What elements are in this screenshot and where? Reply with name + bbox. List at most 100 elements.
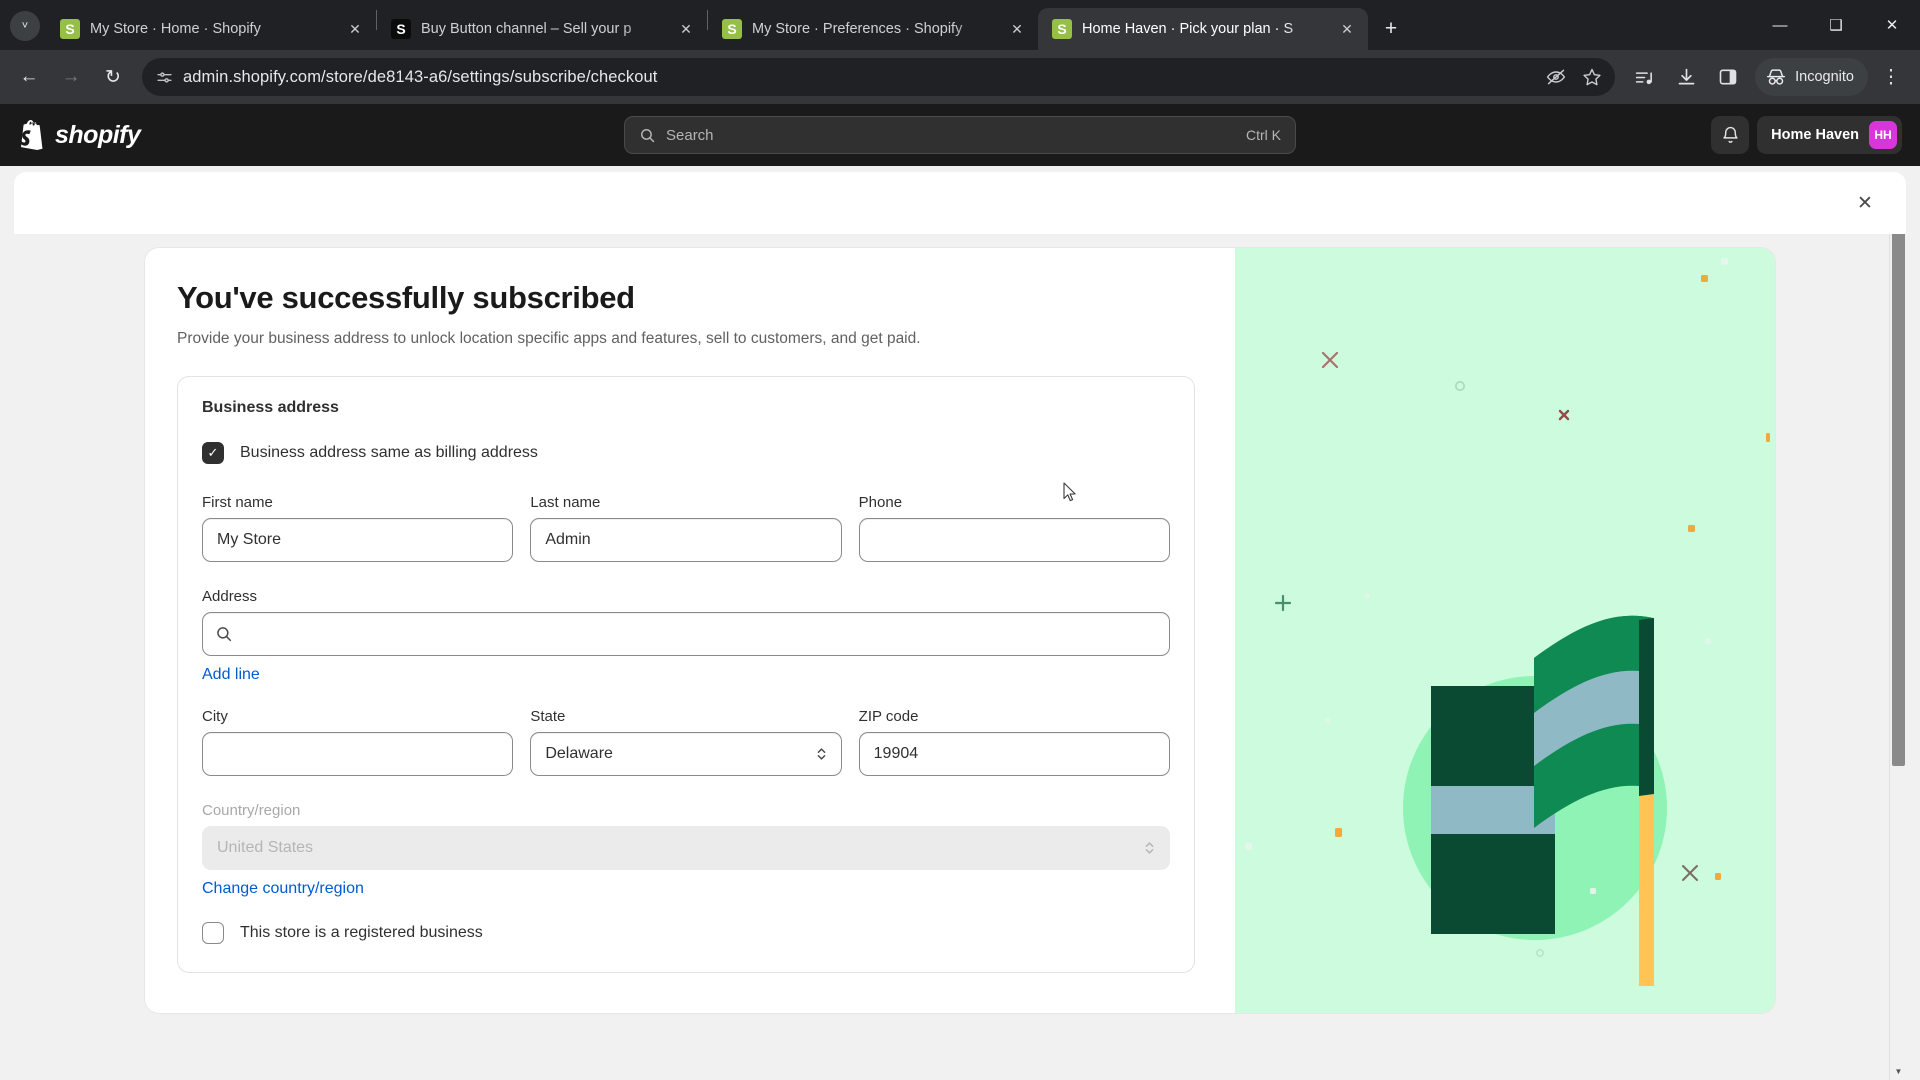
phone-field: Phone (858, 494, 1170, 562)
notifications-button[interactable] (1711, 116, 1750, 154)
shopify-search-bar[interactable]: Search Ctrl K (624, 116, 1296, 154)
shopify-wordmark: shopify (55, 120, 141, 149)
tab-close-icon[interactable]: ✕ (675, 18, 697, 40)
bookmark-star-icon[interactable] (1575, 60, 1609, 94)
search-icon (641, 128, 655, 142)
window-controls: — ❑ ✕ (1752, 0, 1920, 50)
modal-body: You've successfully subscribed Provide y… (14, 234, 1906, 1080)
country-label: Country/region (202, 802, 301, 819)
site-settings-icon[interactable] (156, 69, 173, 86)
select-caret-icon (1144, 840, 1155, 856)
select-caret-icon (816, 746, 827, 762)
state-value: Delaware (545, 745, 613, 762)
country-value: United States (217, 839, 314, 856)
registered-business-checkbox[interactable] (202, 922, 224, 944)
arrow-right-icon: → (61, 66, 81, 87)
change-country-row: Change country/region (202, 880, 1170, 898)
back-button[interactable]: ← (10, 58, 48, 96)
same-as-billing-row[interactable]: ✓ Business address same as billing addre… (202, 442, 1170, 464)
hide-password-icon[interactable] (1539, 60, 1573, 94)
scroll-down-arrow[interactable]: ▼ (1890, 1063, 1906, 1080)
first-name-input[interactable]: My Store (202, 518, 514, 562)
incognito-indicator[interactable]: Incognito (1755, 58, 1868, 96)
browser-tab-4-active[interactable]: S Home Haven · Pick your plan · S ✕ (1038, 8, 1368, 50)
chevron-down-icon: ˅ (21, 20, 29, 32)
browser-tab-3[interactable]: S My Store · Preferences · Shopify ✕ (708, 8, 1038, 50)
page-subtitle: Provide your business address to unlock … (177, 330, 921, 347)
first-name-field: First name My Store (202, 494, 514, 562)
close-icon: ✕ (1857, 192, 1873, 214)
reload-icon: ↻ (105, 66, 121, 88)
add-line-link[interactable]: Add line (202, 666, 260, 684)
scrollbar-thumb[interactable] (1892, 194, 1905, 766)
browser-toolbar: ← → ↻ admin.shopify.com/store/de8143-a6/… (0, 50, 1920, 104)
browser-tab-2[interactable]: S Buy Button channel – Sell your p ✕ (377, 8, 707, 50)
last-name-label: Last name (530, 494, 601, 511)
chrome-menu-button[interactable]: ⋮ (1872, 58, 1910, 96)
state-select[interactable]: Delaware (530, 732, 842, 776)
page-area: ✕ You've successfully subscribed Provide… (0, 166, 1920, 1080)
tab-close-icon[interactable]: ✕ (344, 18, 366, 40)
change-country-link[interactable]: Change country/region (202, 880, 364, 898)
modal-scrollbar[interactable]: ▲ ▼ (1889, 172, 1906, 1080)
tab-title: Buy Button channel – Sell your p (421, 21, 632, 37)
phone-input[interactable] (858, 518, 1170, 562)
card-left-column: You've successfully subscribed Provide y… (145, 248, 1235, 1013)
reload-button[interactable]: ↻ (94, 58, 132, 96)
business-address-card: You've successfully subscribed Provide y… (145, 248, 1775, 1013)
window-close-button[interactable]: ✕ (1864, 0, 1920, 50)
country-select: United States (202, 826, 1170, 870)
address-input[interactable] (202, 612, 1170, 656)
shopify-icon: S (60, 19, 80, 39)
maximize-button[interactable]: ❑ (1808, 0, 1864, 50)
incognito-icon (1767, 69, 1786, 85)
section-title: Business address (202, 399, 339, 416)
omnibox-actions (1539, 60, 1609, 94)
city-input[interactable] (202, 732, 514, 776)
same-as-billing-checkbox[interactable]: ✓ (202, 442, 224, 464)
last-name-field: Last name Admin (530, 494, 842, 562)
tab-title: My Store · Preferences · Shopify (752, 21, 963, 37)
first-name-label: First name (202, 494, 273, 511)
zip-label: ZIP code (858, 708, 919, 725)
last-name-value: Admin (545, 531, 591, 548)
last-name-input[interactable]: Admin (530, 518, 842, 562)
side-panel-icon[interactable] (1709, 58, 1747, 96)
shopify-header: shopify Search Ctrl K Home Haven HH (0, 104, 1920, 166)
zip-input[interactable]: 19904 (858, 732, 1170, 776)
maximize-icon: ❑ (1829, 17, 1843, 34)
kebab-menu-icon: ⋮ (1881, 66, 1901, 88)
address-label: Address (202, 588, 258, 605)
incognito-label: Incognito (1795, 69, 1854, 85)
tab-close-icon[interactable]: ✕ (1006, 18, 1028, 40)
plus-icon: + (1384, 17, 1398, 40)
search-icon (217, 627, 232, 642)
shopify-icon: S (722, 19, 742, 39)
downloads-icon[interactable] (1667, 58, 1705, 96)
store-account-button[interactable]: Home Haven HH (1757, 116, 1902, 154)
media-playlist-icon[interactable] (1625, 58, 1663, 96)
browser-tab-1[interactable]: S My Store · Home · Shopify ✕ (46, 8, 376, 50)
same-as-billing-label: Business address same as billing address (240, 444, 538, 461)
minimize-button[interactable]: — (1752, 0, 1808, 50)
tab-close-icon[interactable]: ✕ (1336, 18, 1358, 40)
search-placeholder: Search (666, 126, 714, 144)
browser-window: ˅ S My Store · Home · Shopify ✕ S Buy Bu… (0, 0, 1920, 1080)
zip-value: 19904 (873, 745, 919, 762)
city-state-zip-row: City State Delaware ZIP code 19904 (202, 708, 1170, 776)
address-bar[interactable]: admin.shopify.com/store/de8143-a6/settin… (142, 58, 1616, 96)
shopify-dark-icon: S (391, 19, 411, 39)
modal-close-button[interactable]: ✕ (1848, 186, 1882, 220)
city-field: City (202, 708, 514, 776)
state-label: State (530, 708, 566, 725)
name-phone-row: First name My Store Last name Admin Phon… (202, 494, 1170, 562)
avatar: HH (1869, 121, 1897, 149)
first-name-value: My Store (217, 531, 282, 548)
bell-icon (1722, 126, 1738, 143)
tab-title: My Store · Home · Shopify (90, 21, 261, 37)
tab-search-button[interactable]: ˅ (10, 11, 40, 41)
forward-button[interactable]: → (52, 58, 90, 96)
registered-business-row[interactable]: This store is a registered business (202, 922, 1170, 944)
new-tab-button[interactable]: + (1374, 12, 1408, 46)
shopify-logo[interactable]: shopify (20, 120, 141, 150)
